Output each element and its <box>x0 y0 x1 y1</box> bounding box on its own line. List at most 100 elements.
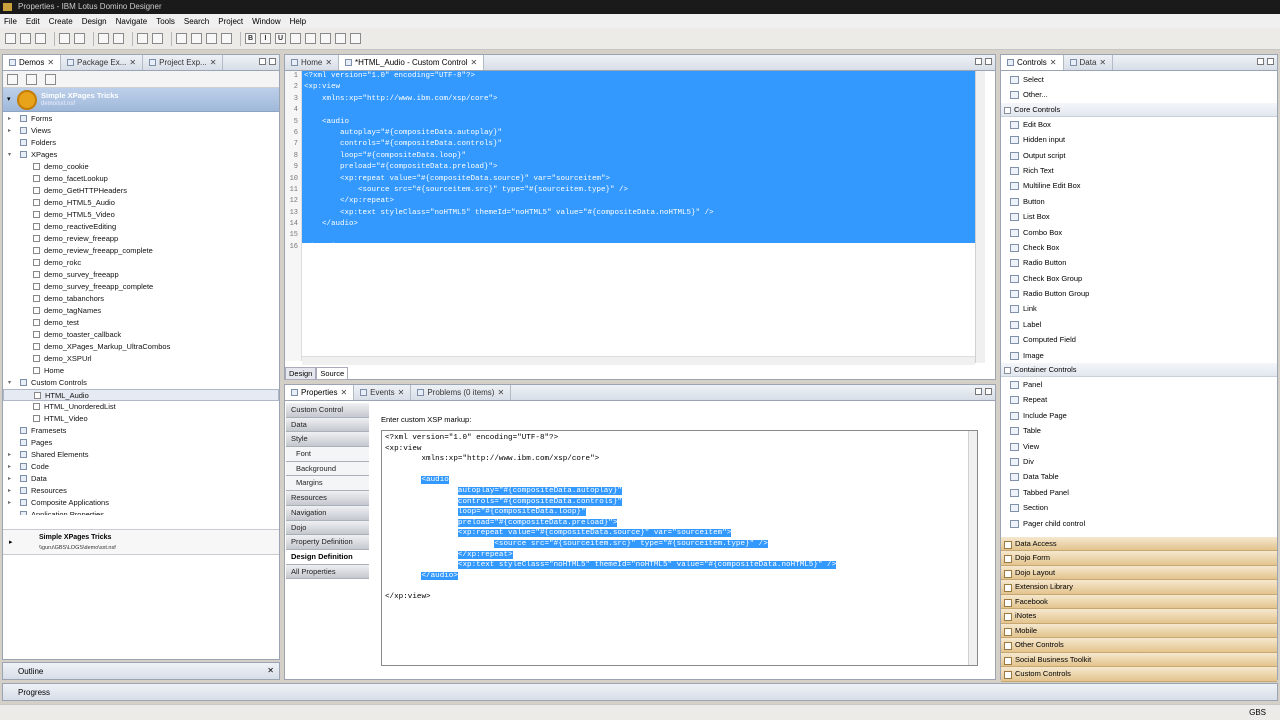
palette-drawer-other-controls[interactable]: Other Controls <box>1001 638 1277 653</box>
palette-item-div[interactable]: Div <box>1001 454 1277 469</box>
menu-file[interactable]: File <box>4 17 17 26</box>
menu-tools[interactable]: Tools <box>156 17 175 26</box>
expand-arrow-icon[interactable]: ▾ <box>8 149 14 161</box>
close-icon[interactable]: ✕ <box>210 56 217 70</box>
tree-item[interactable]: demo_rokc <box>3 257 279 269</box>
numbering-icon[interactable] <box>305 33 316 44</box>
palette-item-pager-child-control[interactable]: Pager child control <box>1001 516 1277 531</box>
tree-item[interactable]: ▸ Forms <box>3 113 279 125</box>
prop-nav-navigation[interactable]: Navigation <box>286 505 369 521</box>
maximize-icon[interactable] <box>985 58 992 65</box>
delete-icon[interactable] <box>221 33 232 44</box>
prop-nav-background[interactable]: Background <box>286 461 369 477</box>
tree-item[interactable]: HTML_Audio <box>3 389 279 401</box>
palette-drawer-mobile[interactable]: Mobile <box>1001 623 1277 639</box>
prop-nav-custom-control[interactable]: Custom Control <box>286 403 369 418</box>
vertical-scrollbar[interactable] <box>968 431 977 665</box>
custom-markup-textarea[interactable]: <?xml version="1.0" encoding="UTF-8"?> <x… <box>381 430 978 666</box>
prop-nav-property-definition[interactable]: Property Definition <box>286 535 369 550</box>
tree-item[interactable]: demo_review_freeapp_complete <box>3 245 279 257</box>
tree-item[interactable]: ▸ Shared Elements <box>3 449 279 461</box>
tree-item[interactable]: demo_cookie <box>3 161 279 173</box>
expand-arrow-icon[interactable]: ▸ <box>8 125 14 137</box>
expand-arrow-icon[interactable]: ▸ <box>8 485 14 497</box>
palette-item-check-box-group[interactable]: Check Box Group <box>1001 271 1277 286</box>
prop-nav-resources[interactable]: Resources <box>286 491 369 506</box>
tree-item[interactable]: Home <box>3 365 279 377</box>
palette-drawer-data-access[interactable]: Data Access <box>1001 536 1277 552</box>
palette-item-multiline-edit-box[interactable]: Multiline Edit Box <box>1001 178 1277 193</box>
preview-icon[interactable] <box>35 33 46 44</box>
prop-nav-design-definition[interactable]: Design Definition <box>286 549 369 565</box>
copy-icon[interactable] <box>191 33 202 44</box>
paste-icon[interactable] <box>206 33 217 44</box>
tree-item[interactable]: demo_tagNames <box>3 305 279 317</box>
palette-item-select[interactable]: Select <box>1001 72 1277 87</box>
vertical-scrollbar[interactable] <box>975 71 985 363</box>
tree-item[interactable]: ▸ Composite Applications <box>3 497 279 509</box>
cut-icon[interactable] <box>176 33 187 44</box>
close-icon[interactable]: ✕ <box>497 386 504 400</box>
print-icon[interactable] <box>20 33 31 44</box>
palette-drawer-dojo-layout[interactable]: Dojo Layout <box>1001 565 1277 581</box>
palette-item-hidden-input[interactable]: Hidden input <box>1001 132 1277 147</box>
maximize-icon[interactable] <box>985 388 992 395</box>
tree-item[interactable]: demo_XPages_Markup_UltraCombos <box>3 341 279 353</box>
tree-item[interactable]: demo_HTML5_Audio <box>3 197 279 209</box>
tree-item[interactable]: demo_XSPUrl <box>3 353 279 365</box>
tree-item[interactable]: Pages <box>3 437 279 449</box>
tree-item[interactable]: demo_survey_freeapp_complete <box>3 281 279 293</box>
menu-project[interactable]: Project <box>218 17 243 26</box>
minimize-icon[interactable] <box>975 58 982 65</box>
tab-source[interactable]: Source <box>316 367 349 380</box>
tree-item[interactable]: demo_reactiveEditing <box>3 221 279 233</box>
palette-tab[interactable]: Data ✕ <box>1064 55 1114 70</box>
close-icon[interactable]: ✕ <box>47 56 54 70</box>
tree-item[interactable]: Framesets <box>3 425 279 437</box>
palette-item-edit-box[interactable]: Edit Box <box>1001 117 1277 132</box>
palette-item-computed-field[interactable]: Computed Field <box>1001 332 1277 347</box>
palette-drawer-custom-controls[interactable]: Custom Controls <box>1001 667 1277 682</box>
palette-section-core[interactable]: Core Controls <box>1001 102 1277 117</box>
xml-source-editor[interactable]: 1 <?xml version="1.0" encoding="UTF-8"?> 2… <box>290 71 974 361</box>
tree-item[interactable]: demo_HTML5_Video <box>3 209 279 221</box>
back-icon[interactable] <box>137 33 148 44</box>
palette-item-check-box[interactable]: Check Box <box>1001 240 1277 255</box>
prop-nav-font[interactable]: Font <box>286 447 369 462</box>
palette-item-view[interactable]: View <box>1001 439 1277 454</box>
design-icon[interactable] <box>59 33 70 44</box>
tree-item[interactable]: demo_tabanchors <box>3 293 279 305</box>
palette-item-data-table[interactable]: Data Table <box>1001 469 1277 484</box>
tree-item[interactable]: demo_GetHTTPHeaders <box>3 185 279 197</box>
align-right-icon[interactable] <box>350 33 361 44</box>
bullets-icon[interactable] <box>290 33 301 44</box>
close-icon[interactable]: ✕ <box>129 56 136 70</box>
menu-edit[interactable]: Edit <box>26 17 40 26</box>
expand-arrow-icon[interactable]: ▸ <box>8 497 14 509</box>
align-center-icon[interactable] <box>335 33 346 44</box>
close-icon[interactable]: ✕ <box>340 386 347 400</box>
progress-title[interactable]: Progress <box>18 688 50 697</box>
properties-tab[interactable]: Problems (0 items) ✕ <box>411 385 512 400</box>
editor-tab[interactable]: Home ✕ <box>285 55 340 70</box>
prop-nav-margins[interactable]: Margins <box>286 476 369 492</box>
menu-navigate[interactable]: Navigate <box>116 17 148 26</box>
palette-section-container[interactable]: Container Controls <box>1001 363 1277 378</box>
palette-item-combo-box[interactable]: Combo Box <box>1001 225 1277 240</box>
outline-title[interactable]: Outline <box>18 667 43 676</box>
expand-arrow-icon[interactable]: ▸ <box>8 113 14 125</box>
menu-design[interactable]: Design <box>82 17 107 26</box>
expand-arrow-icon[interactable]: ▾ <box>8 377 14 389</box>
tree-item[interactable]: ▸ Data <box>3 473 279 485</box>
editor-tab[interactable]: *HTML_Audio - Custom Control ✕ <box>339 55 485 70</box>
minimize-icon[interactable] <box>259 58 266 65</box>
minimize-icon[interactable] <box>1257 58 1264 65</box>
palette-item-include-page[interactable]: Include Page <box>1001 408 1277 423</box>
palette-item-label[interactable]: Label <box>1001 317 1277 332</box>
palette-item-list-box[interactable]: List Box <box>1001 209 1277 224</box>
maximize-icon[interactable] <box>1267 58 1274 65</box>
expand-arrow-icon[interactable]: ▾ <box>7 95 11 103</box>
tree-item[interactable]: ▸ Code <box>3 461 279 473</box>
tree-item[interactable]: ▸ Views <box>3 125 279 137</box>
tree-item[interactable]: demo_facetLookup <box>3 173 279 185</box>
